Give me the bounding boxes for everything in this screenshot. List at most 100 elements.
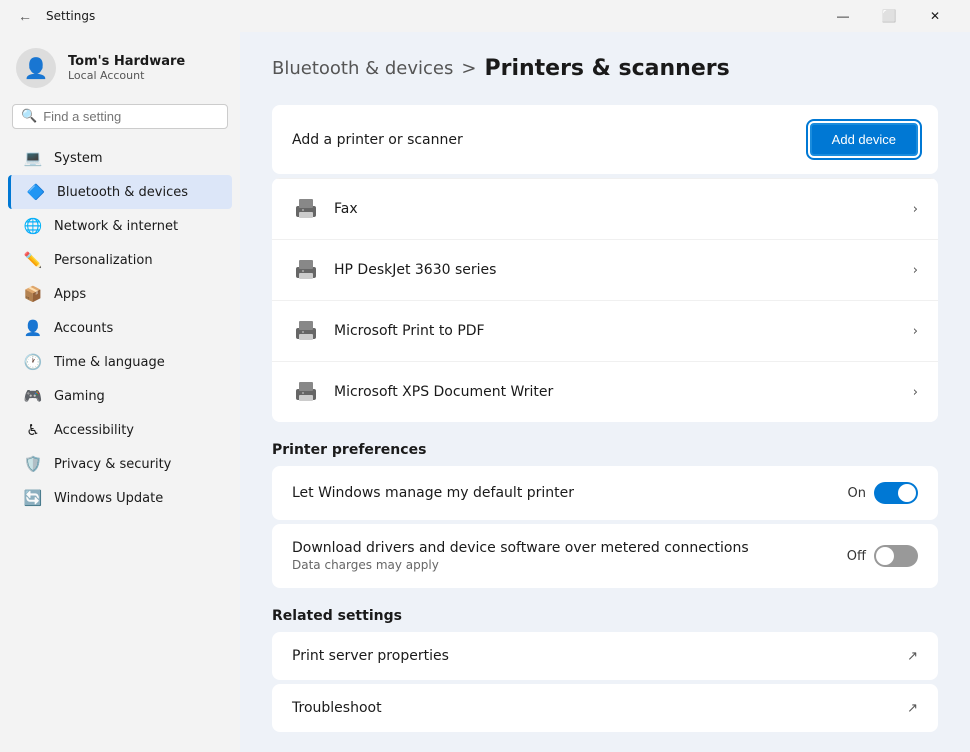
sidebar-item-accounts[interactable]: 👤 Accounts xyxy=(8,311,232,345)
add-printer-row: Add a printer or scanner Add device xyxy=(272,105,938,174)
chevron-right-icon: › xyxy=(913,263,918,278)
sidebar-item-system[interactable]: 💻 System xyxy=(8,141,232,175)
toggle-switch[interactable] xyxy=(874,482,918,504)
sidebar-item-bluetooth[interactable]: 🔷 Bluetooth & devices xyxy=(8,175,232,209)
search-box: 🔍 xyxy=(12,104,228,129)
search-icon: 🔍 xyxy=(21,109,37,124)
related-label: Troubleshoot xyxy=(292,700,907,716)
toggle-label: Off xyxy=(847,549,866,564)
nav-icon-gaming: 🎮 xyxy=(24,387,42,405)
main-layout: 👤 Tom's Hardware Local Account 🔍 💻 Syste… xyxy=(0,32,970,752)
nav-label-update: Windows Update xyxy=(54,491,163,506)
pref-title: Download drivers and device software ove… xyxy=(292,540,847,556)
page-title: Printers & scanners xyxy=(484,56,729,81)
nav-icon-personalization: ✏️ xyxy=(24,251,42,269)
pref-label: Download drivers and device software ove… xyxy=(292,540,847,572)
device-name: Microsoft Print to PDF xyxy=(334,323,913,339)
nav-label-system: System xyxy=(54,151,102,166)
nav-label-network: Network & internet xyxy=(54,219,178,234)
restore-button[interactable]: ⬜ xyxy=(866,0,912,32)
nav-label-accounts: Accounts xyxy=(54,321,113,336)
pref-title: Let Windows manage my default printer xyxy=(292,485,848,501)
external-link-icon: ↗ xyxy=(907,701,918,716)
chevron-right-icon: › xyxy=(913,385,918,400)
breadcrumb: Bluetooth & devices > Printers & scanner… xyxy=(272,56,938,81)
related-label: Print server properties xyxy=(292,648,907,664)
nav-icon-apps: 📦 xyxy=(24,285,42,303)
sidebar-item-network[interactable]: 🌐 Network & internet xyxy=(8,209,232,243)
search-input[interactable] xyxy=(43,109,219,124)
sidebar-item-time[interactable]: 🕐 Time & language xyxy=(8,345,232,379)
nav-icon-system: 💻 xyxy=(24,149,42,167)
preferences-list: Let Windows manage my default printer On… xyxy=(272,466,938,588)
printer-icon xyxy=(292,317,320,345)
nav-icon-accounts: 👤 xyxy=(24,319,42,337)
minimize-button[interactable]: — xyxy=(820,0,866,32)
nav-label-apps: Apps xyxy=(54,287,86,302)
device-name: Fax xyxy=(334,201,913,217)
nav-label-time: Time & language xyxy=(54,355,165,370)
sidebar-item-accessibility[interactable]: ♿ Accessibility xyxy=(8,413,232,447)
sidebar-item-apps[interactable]: 📦 Apps xyxy=(8,277,232,311)
nav-label-accessibility: Accessibility xyxy=(54,423,134,438)
device-row[interactable]: Microsoft Print to PDF › xyxy=(272,300,938,361)
user-name: Tom's Hardware xyxy=(68,54,185,69)
chevron-right-icon: › xyxy=(913,202,918,217)
nav-label-bluetooth: Bluetooth & devices xyxy=(57,185,188,200)
printer-icon xyxy=(292,378,320,406)
device-name: HP DeskJet 3630 series xyxy=(334,262,913,278)
nav-icon-network: 🌐 xyxy=(24,217,42,235)
external-link-icon: ↗ xyxy=(907,649,918,664)
sidebar-item-privacy[interactable]: 🛡️ Privacy & security xyxy=(8,447,232,481)
add-printer-label: Add a printer or scanner xyxy=(292,132,463,148)
toggle-knob xyxy=(898,484,916,502)
titlebar-controls: — ⬜ ✕ xyxy=(820,0,958,32)
sidebar-item-update[interactable]: 🔄 Windows Update xyxy=(8,481,232,515)
pref-label: Let Windows manage my default printer xyxy=(292,485,848,501)
avatar: 👤 xyxy=(16,48,56,88)
toggle-row: On xyxy=(848,482,918,504)
titlebar-title: Settings xyxy=(46,9,95,23)
nav-icon-update: 🔄 xyxy=(24,489,42,507)
breadcrumb-separator: > xyxy=(461,58,476,79)
pref-subtitle: Data charges may apply xyxy=(292,558,847,572)
device-row[interactable]: Fax › xyxy=(272,178,938,239)
nav-list: 💻 System 🔷 Bluetooth & devices 🌐 Network… xyxy=(0,141,240,515)
nav-icon-time: 🕐 xyxy=(24,353,42,371)
sidebar: 👤 Tom's Hardware Local Account 🔍 💻 Syste… xyxy=(0,32,240,752)
close-button[interactable]: ✕ xyxy=(912,0,958,32)
titlebar-left: ← Settings xyxy=(12,4,95,28)
nav-label-privacy: Privacy & security xyxy=(54,457,171,472)
content-area: Bluetooth & devices > Printers & scanner… xyxy=(240,32,970,752)
printer-preferences-header: Printer preferences xyxy=(272,442,938,458)
user-info: Tom's Hardware Local Account xyxy=(68,54,185,82)
chevron-right-icon: › xyxy=(913,324,918,339)
back-button[interactable]: ← xyxy=(12,4,38,28)
related-settings-item[interactable]: Troubleshoot ↗ xyxy=(272,684,938,732)
sidebar-item-personalization[interactable]: ✏️ Personalization xyxy=(8,243,232,277)
user-type: Local Account xyxy=(68,69,185,82)
add-device-button[interactable]: Add device xyxy=(810,123,918,156)
preference-row: Download drivers and device software ove… xyxy=(272,524,938,588)
nav-label-personalization: Personalization xyxy=(54,253,153,268)
related-settings-header: Related settings xyxy=(272,608,938,624)
device-row[interactable]: Microsoft XPS Document Writer › xyxy=(272,361,938,422)
nav-icon-bluetooth: 🔷 xyxy=(27,183,45,201)
toggle-knob xyxy=(876,547,894,565)
toggle-switch[interactable] xyxy=(874,545,918,567)
device-row[interactable]: HP DeskJet 3630 series › xyxy=(272,239,938,300)
get-help-row[interactable]: 💬 Get help xyxy=(272,736,938,752)
sidebar-item-gaming[interactable]: 🎮 Gaming xyxy=(8,379,232,413)
user-section: 👤 Tom's Hardware Local Account xyxy=(0,40,240,104)
toggle-label: On xyxy=(848,486,866,501)
related-settings-item[interactable]: Print server properties ↗ xyxy=(272,632,938,680)
toggle-row: Off xyxy=(847,545,918,567)
related-settings-list: Print server properties ↗ Troubleshoot ↗ xyxy=(272,632,938,732)
printer-icon xyxy=(292,195,320,223)
nav-label-gaming: Gaming xyxy=(54,389,105,404)
titlebar: ← Settings — ⬜ ✕ xyxy=(0,0,970,32)
devices-list: Fax › HP DeskJet 3630 series › Microsoft… xyxy=(272,178,938,422)
printer-icon xyxy=(292,256,320,284)
preference-row: Let Windows manage my default printer On xyxy=(272,466,938,520)
breadcrumb-link[interactable]: Bluetooth & devices xyxy=(272,58,453,79)
